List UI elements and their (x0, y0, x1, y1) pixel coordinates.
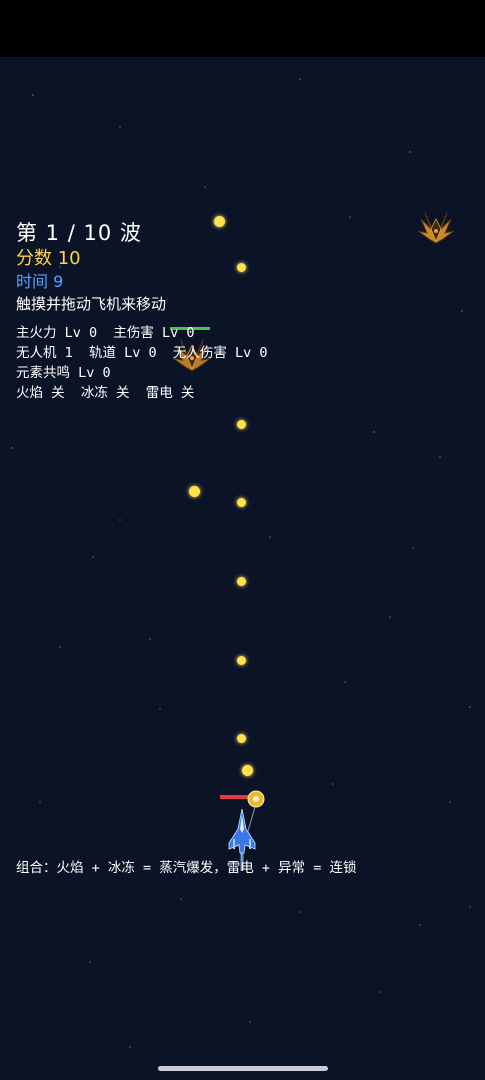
enemy-fighter-top-right (417, 212, 455, 244)
bullet (237, 420, 246, 429)
bullet (237, 734, 246, 743)
combo-hint: 组合：火焰 + 冰冻 = 蒸汽爆发，雷电 + 异常 = 连锁 (16, 860, 357, 876)
bullet (189, 486, 200, 497)
bullet (214, 216, 225, 227)
bullet (237, 263, 246, 272)
score-display: 分数 10 (16, 248, 81, 269)
bullet (237, 577, 246, 586)
wave-counter: 第 1 / 10 波 (16, 221, 142, 245)
stat-drones: 无人机 1 轨道 Lv 0 无人伤害 Lv 0 (16, 345, 268, 361)
bullet (237, 656, 246, 665)
status-bar (0, 0, 485, 57)
bullet (242, 765, 253, 776)
bullet (237, 498, 246, 507)
stat-element-resonance: 元素共鸣 Lv 0 (16, 365, 111, 381)
time-display: 时间 9 (16, 272, 64, 291)
game-canvas[interactable]: 第 1 / 10 波 分数 10 时间 9 触摸并拖动飞机来移动 主火力 Lv … (0, 57, 485, 1080)
spiky-alien-fighter-icon (417, 212, 455, 244)
move-hint: 触摸并拖动飞机来移动 (16, 295, 167, 313)
starfield (11, 78, 471, 1048)
stat-element-toggles: 火焰 关 冰冻 关 雷电 关 (16, 385, 195, 401)
home-indicator[interactable] (158, 1066, 328, 1071)
stat-main-fire: 主火力 Lv 0 主伤害 Lv 0 (16, 325, 195, 341)
